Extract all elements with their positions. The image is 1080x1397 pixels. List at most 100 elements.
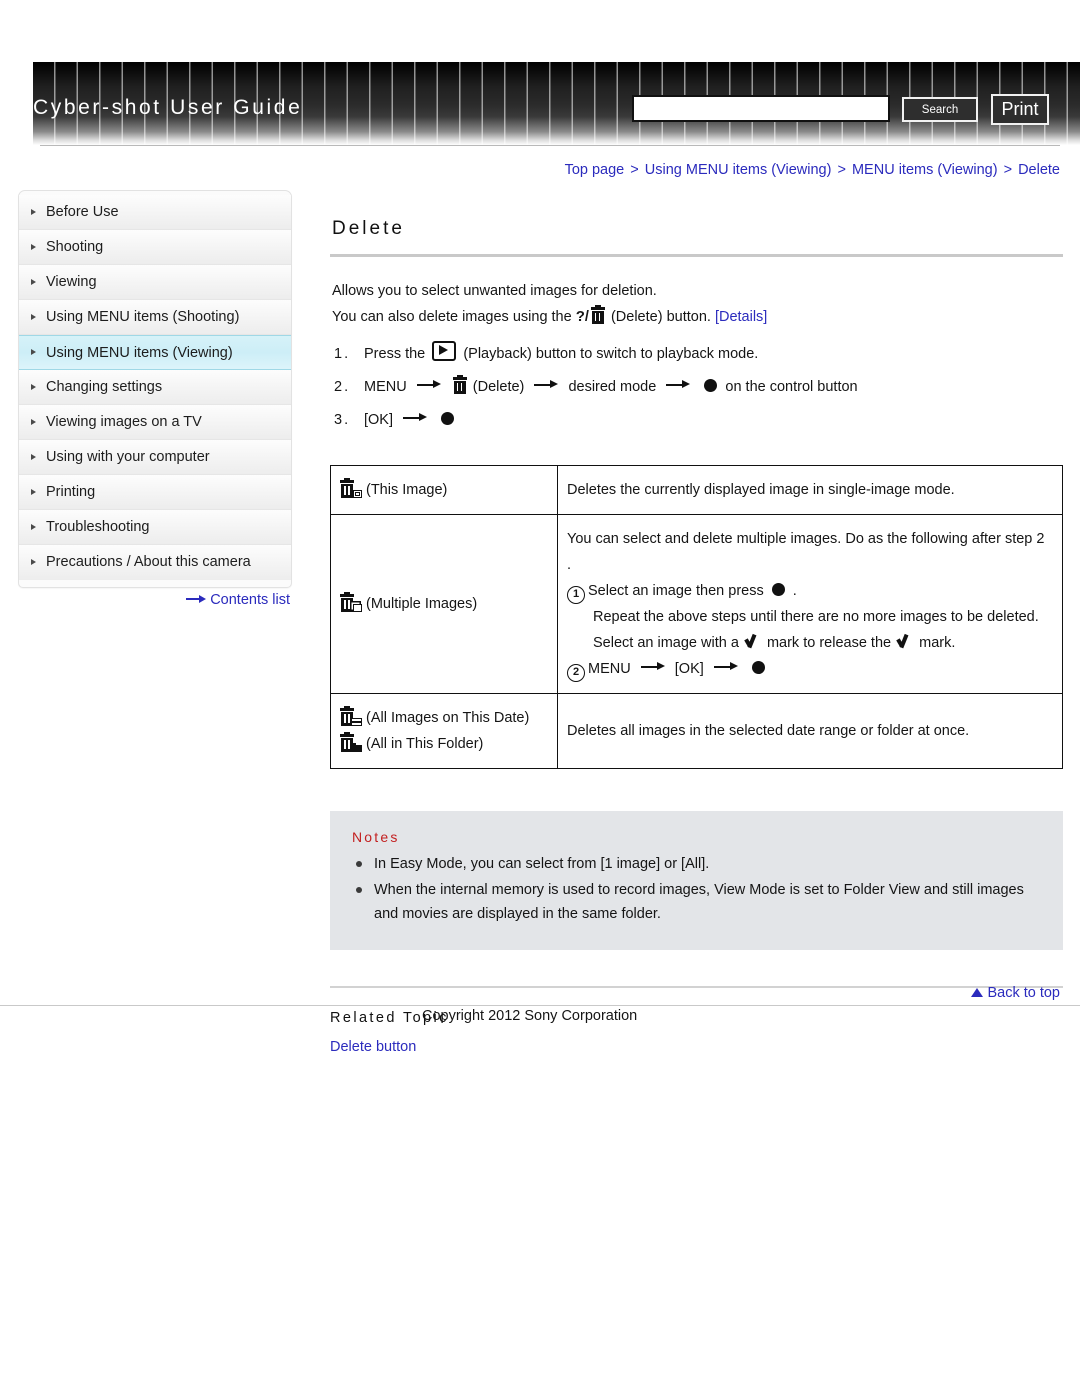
title-divider bbox=[330, 254, 1063, 257]
triangle-right-icon bbox=[31, 349, 36, 355]
mode-label: (All Images on This Date) bbox=[366, 710, 530, 726]
sidebar-item-viewing-images-on-a-tv[interactable]: Viewing images on a TV bbox=[19, 405, 291, 440]
note-text: When the internal memory is used to reco… bbox=[374, 882, 1024, 922]
check-mark-icon bbox=[897, 635, 913, 650]
step-1-number: 1. bbox=[334, 346, 351, 362]
intro-line-1: Allows you to select unwanted images for… bbox=[332, 283, 657, 299]
breadcrumb-item-top-page[interactable]: Top page bbox=[565, 162, 625, 178]
sidebar-item-using-menu-items-viewing[interactable]: Using MENU items (Viewing) bbox=[19, 335, 291, 370]
sidebar-item-label: Changing settings bbox=[46, 379, 163, 395]
sidebar-item-label: Using MENU items (Viewing) bbox=[46, 345, 233, 361]
description-intro: You can select and delete multiple image… bbox=[567, 531, 1045, 573]
substep-1: 1 Select an image then press . bbox=[567, 578, 1052, 604]
search-button[interactable]: Search bbox=[902, 97, 978, 122]
sidebar-item-before-use[interactable]: Before Use bbox=[19, 195, 291, 230]
search-input[interactable] bbox=[632, 95, 890, 122]
step-1-suffix: (Playback) button to switch to playback … bbox=[463, 346, 759, 362]
sidebar-item-troubleshooting[interactable]: Troubleshooting bbox=[19, 510, 291, 545]
header-divider bbox=[40, 145, 1060, 146]
substep-1-suffix: . bbox=[792, 583, 797, 599]
substep-1-prefix: Select an image then press bbox=[588, 583, 764, 599]
bullet-icon bbox=[356, 887, 362, 893]
sidebar-item-printing[interactable]: Printing bbox=[19, 475, 291, 510]
step-2-desired-mode-label: desired mode bbox=[568, 379, 657, 395]
details-link[interactable]: [Details] bbox=[715, 309, 767, 325]
triangle-right-icon bbox=[31, 418, 36, 425]
note-item: When the internal memory is used to reco… bbox=[352, 878, 1041, 926]
table-cell-mode: (This Image) bbox=[330, 465, 558, 515]
sidebar-item-using-with-your-computer[interactable]: Using with your computer bbox=[19, 440, 291, 475]
table-row: (This Image) Deletes the currently displ… bbox=[330, 465, 1063, 515]
table-cell-description: Deletes the currently displayed image in… bbox=[557, 465, 1063, 515]
back-to-top-label: Back to top bbox=[987, 985, 1060, 1001]
procedure-steps: 1. Press the (Playback) button to switch… bbox=[330, 338, 1063, 437]
triangle-right-icon bbox=[31, 243, 36, 250]
mode-label: (All in This Folder) bbox=[366, 736, 484, 752]
arrow-right-icon bbox=[403, 413, 428, 422]
step-1-prefix: Press the bbox=[364, 346, 426, 362]
mode-entry-all-images-on-date: (All Images on This Date) bbox=[340, 705, 547, 731]
contents-list-label: Contents list bbox=[210, 592, 290, 608]
triangle-right-icon bbox=[31, 278, 36, 285]
help-delete-button-icon: ?/ bbox=[576, 305, 607, 325]
control-button-center-icon bbox=[751, 661, 765, 674]
triangle-right-icon bbox=[31, 453, 36, 460]
arrow-right-icon bbox=[416, 380, 441, 389]
arrow-right-icon bbox=[534, 380, 559, 389]
sidebar-item-changing-settings[interactable]: Changing settings bbox=[19, 370, 291, 405]
trash-all-images-on-date-icon bbox=[340, 706, 362, 726]
breadcrumb-item-menu-items-viewing[interactable]: MENU items (Viewing) bbox=[852, 162, 998, 178]
circled-number-icon: 2 bbox=[567, 664, 585, 682]
control-button-center-icon bbox=[441, 412, 455, 425]
notes-list: In Easy Mode, you can select from [1 ima… bbox=[352, 852, 1041, 926]
triangle-right-icon bbox=[31, 488, 36, 495]
trash-single-image-icon bbox=[340, 478, 362, 498]
step-3-ok-label: [OK] bbox=[364, 412, 394, 428]
step-2-suffix: on the control button bbox=[725, 379, 858, 395]
triangle-right-icon bbox=[31, 559, 36, 565]
related-topic-link-delete-button[interactable]: Delete button bbox=[330, 1039, 1063, 1055]
control-button-center-icon bbox=[704, 379, 718, 392]
breadcrumb-item-using-menu-items-viewing[interactable]: Using MENU items (Viewing) bbox=[645, 162, 832, 178]
page-title: Delete bbox=[332, 218, 405, 239]
mode-label: (Multiple Images) bbox=[366, 596, 478, 612]
substep-2-menu-label: MENU bbox=[588, 661, 631, 677]
circled-number-icon: 1 bbox=[567, 586, 585, 604]
sidebar-item-label: Using MENU items (Shooting) bbox=[46, 309, 240, 325]
trash-icon bbox=[452, 375, 467, 394]
arrow-right-icon bbox=[640, 662, 665, 671]
footer-divider bbox=[0, 1005, 1080, 1006]
triangle-up-icon bbox=[971, 988, 984, 997]
step-2-delete-label: (Delete) bbox=[472, 379, 525, 395]
control-button-center-icon bbox=[771, 583, 785, 596]
delete-modes-table: (This Image) Deletes the currently displ… bbox=[330, 465, 1063, 769]
substep-1-note-2-part-b: mark to release the bbox=[766, 635, 892, 651]
sidebar-item-shooting[interactable]: Shooting bbox=[19, 230, 291, 265]
bullet-icon bbox=[356, 861, 362, 867]
substep-1-note-2: Select an image with a mark to release t… bbox=[567, 630, 1052, 656]
triangle-right-icon bbox=[31, 208, 36, 215]
print-button[interactable]: Print bbox=[991, 94, 1049, 125]
substep-1-note-2-part-c: mark. bbox=[919, 635, 956, 651]
sidebar-item-using-menu-items-shooting[interactable]: Using MENU items (Shooting) bbox=[19, 300, 291, 335]
notes-title: Notes bbox=[352, 829, 400, 845]
sidebar-item-viewing[interactable]: Viewing bbox=[19, 265, 291, 300]
description-text: Deletes all images in the selected date … bbox=[567, 723, 970, 739]
substep-2: 2 MENU [OK] bbox=[567, 656, 1052, 682]
arrow-right-icon bbox=[666, 380, 691, 389]
note-item: In Easy Mode, you can select from [1 ima… bbox=[352, 852, 1041, 876]
intro-line-2-suffix: (Delete) button. bbox=[610, 309, 711, 325]
playback-icon bbox=[432, 341, 457, 361]
step-1: 1. Press the (Playback) button to switch… bbox=[330, 338, 1063, 371]
sidebar-item-label: Printing bbox=[46, 484, 96, 500]
note-text: In Easy Mode, you can select from [1 ima… bbox=[374, 856, 710, 872]
intro-line-2: You can also delete images using the ?/ … bbox=[330, 304, 1063, 330]
sidebar-item-precautions-about-this-camera[interactable]: Precautions / About this camera bbox=[19, 545, 291, 580]
contents-list-link[interactable]: Contents list bbox=[18, 592, 292, 608]
breadcrumb-separator: > bbox=[1003, 162, 1013, 178]
table-cell-description: You can select and delete multiple image… bbox=[557, 514, 1063, 694]
table-row: (All Images on This Date) (All in This F… bbox=[330, 693, 1063, 769]
back-to-top-link[interactable]: Back to top bbox=[0, 985, 1060, 1001]
sidebar-item-label: Viewing images on a TV bbox=[46, 414, 202, 430]
trash-multiple-images-icon bbox=[340, 592, 362, 612]
